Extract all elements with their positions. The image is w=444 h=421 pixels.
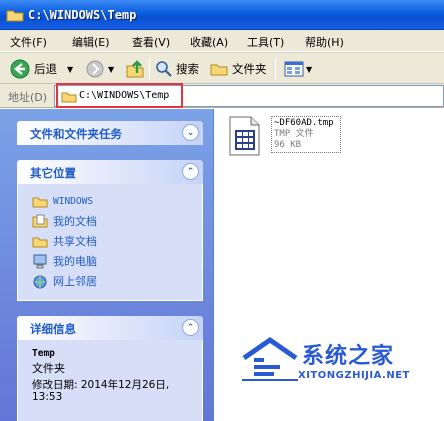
house-logo-icon: [242, 336, 298, 381]
forward-dropdown-icon[interactable]: ▼: [108, 65, 114, 74]
my-documents-icon: [32, 214, 48, 228]
menu-file[interactable]: 文件(F): [10, 34, 47, 50]
watermark-en: XITONGZHIJIA.NET: [298, 370, 410, 381]
menu-tools[interactable]: 工具(T): [247, 34, 284, 50]
place-label: WINDOWS: [53, 195, 94, 207]
place-label: 我的文档: [53, 215, 97, 228]
file-name: ~DF60AD.tmp: [274, 118, 334, 128]
details-header[interactable]: 详细信息 ⌃: [17, 316, 203, 340]
file-tasks-title: 文件和文件夹任务: [30, 127, 122, 141]
watermark-cn: 系统之家: [302, 344, 395, 369]
place-my-documents[interactable]: 我的文档: [32, 212, 97, 230]
views-icon: [284, 61, 304, 77]
up-folder-icon: [126, 60, 144, 78]
place-windows[interactable]: WINDOWS: [32, 192, 93, 210]
menu-help[interactable]: 帮助(H): [305, 34, 344, 50]
folders-label: 文件夹: [232, 62, 267, 76]
search-button[interactable]: 搜索: [155, 53, 199, 85]
task-pane: 文件和文件夹任务 ⌄ 其它位置 ⌃ WINDOWS 我的文档 共享文档 我的电脑…: [0, 109, 214, 421]
chevron-down-icon[interactable]: ⌄: [182, 124, 199, 141]
forward-button[interactable]: ▼: [86, 53, 114, 85]
file-tasks-header[interactable]: 文件和文件夹任务 ⌄: [17, 121, 203, 145]
file-item[interactable]: ~DF60AD.tmp TMP 文件 96 KB: [271, 116, 341, 153]
menu-favorites[interactable]: 收藏(A): [190, 34, 228, 50]
folder-icon: [32, 237, 48, 247]
details-modified-time: 13:53: [32, 391, 63, 403]
watermark: 系统之家 XITONGZHIJIA.NET: [240, 334, 444, 392]
file-icon[interactable]: [227, 116, 261, 156]
details-body: Temp 文件夹 修改日期: 2014年12月26日, 13:53: [17, 340, 203, 421]
details-type: 文件夹: [32, 362, 65, 375]
details-name: Temp: [32, 348, 55, 359]
place-my-computer[interactable]: 我的电脑: [32, 252, 97, 270]
back-arrow-icon: [10, 59, 30, 79]
file-size: 96 KB: [274, 140, 302, 150]
my-computer-icon: [33, 254, 47, 268]
up-folder-button[interactable]: [125, 53, 145, 85]
folder-icon: [6, 10, 24, 22]
chevron-up-icon[interactable]: ⌃: [182, 163, 199, 180]
place-network[interactable]: 网上邻居: [32, 272, 97, 290]
place-shared-documents[interactable]: 共享文档: [32, 232, 97, 250]
toolbar-separator: [149, 58, 150, 80]
folder-icon: [32, 197, 48, 207]
other-places-body: WINDOWS 我的文档 共享文档 我的电脑 网上邻居: [17, 184, 203, 301]
title-bar: C:\WINDOWS\Temp: [0, 0, 444, 30]
details-modified: 修改日期: 2014年12月26日,: [32, 379, 170, 391]
chevron-up-icon[interactable]: ⌃: [182, 319, 199, 336]
back-label: 后退: [34, 62, 57, 76]
forward-arrow-icon: [86, 60, 104, 78]
search-icon: [156, 61, 172, 77]
other-places-header[interactable]: 其它位置 ⌃: [17, 160, 203, 184]
search-label: 搜索: [176, 62, 199, 76]
toolbar-separator: [275, 58, 276, 80]
other-places-title: 其它位置: [30, 166, 76, 180]
place-label: 网上邻居: [53, 275, 97, 288]
address-label: 地址(D): [8, 91, 48, 104]
back-button[interactable]: 后退 ▼: [10, 53, 73, 85]
place-label: 共享文档: [53, 235, 97, 248]
network-places-icon: [33, 275, 47, 288]
menu-view[interactable]: 查看(V): [132, 34, 170, 50]
folders-icon: [210, 64, 228, 76]
views-dropdown-icon[interactable]: ▼: [306, 65, 312, 74]
highlight-box: [56, 83, 183, 108]
file-type: TMP 文件: [274, 129, 314, 139]
details-title: 详细信息: [30, 322, 76, 336]
menu-edit[interactable]: 编辑(E): [72, 34, 110, 50]
back-dropdown-icon[interactable]: ▼: [67, 65, 73, 74]
toolbar: 后退 ▼ ▼ 搜索 文件夹 ▼: [0, 52, 444, 84]
window-title: C:\WINDOWS\Temp: [28, 8, 137, 22]
menu-bar: 文件(F) 编辑(E) 查看(V) 收藏(A) 工具(T) 帮助(H): [0, 30, 444, 52]
views-button[interactable]: ▼: [284, 53, 312, 85]
place-label: 我的电脑: [53, 255, 97, 268]
folders-button[interactable]: 文件夹: [210, 53, 267, 85]
